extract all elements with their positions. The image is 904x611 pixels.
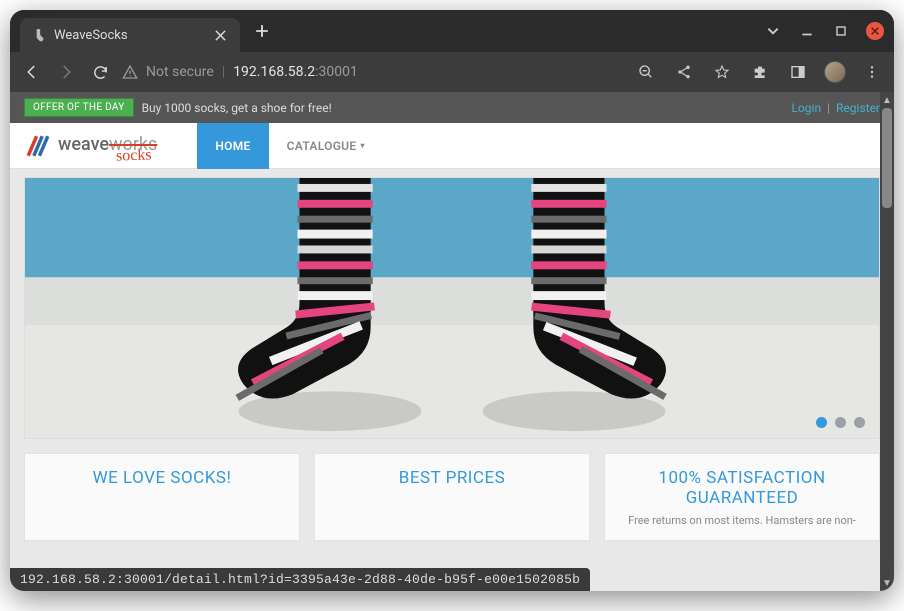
forward-button[interactable] <box>54 60 78 84</box>
titlebar: WeaveSocks <box>10 10 894 52</box>
new-tab-button[interactable] <box>248 17 276 45</box>
kebab-menu-icon[interactable] <box>860 60 884 84</box>
share-icon[interactable] <box>672 60 696 84</box>
scrollbar-thumb[interactable] <box>882 108 892 208</box>
nav-home[interactable]: HOME <box>197 123 268 169</box>
tab-title: WeaveSocks <box>54 28 212 43</box>
insecure-icon <box>122 64 138 80</box>
page-content: OFFER OF THE DAY Buy 1000 socks, get a s… <box>10 92 894 591</box>
logo-mark-icon <box>24 132 52 160</box>
card-satisfaction[interactable]: 100% SATISFACTION GUARANTEED Free return… <box>604 453 880 541</box>
close-tab-icon[interactable] <box>212 27 228 43</box>
nav-catalogue[interactable]: CATALOGUE ▾ <box>269 123 383 169</box>
card-title: 100% SATISFACTION GUARANTEED <box>615 468 869 508</box>
back-button[interactable] <box>20 60 44 84</box>
minimize-icon[interactable] <box>798 22 816 40</box>
site-logo[interactable]: weaveworks socks <box>24 132 157 160</box>
card-best-prices[interactable]: BEST PRICES <box>314 453 590 541</box>
auth-divider: | <box>827 101 830 115</box>
address-port: :30001 <box>315 64 358 80</box>
profile-avatar[interactable] <box>824 61 846 83</box>
window-close-icon[interactable] <box>866 22 884 40</box>
feature-cards: WE LOVE SOCKS! BEST PRICES 100% SATISFAC… <box>10 439 894 555</box>
login-link[interactable]: Login <box>792 101 822 115</box>
address-host: 192.168.58.2 <box>233 64 315 80</box>
reload-button[interactable] <box>88 60 112 84</box>
nav-catalogue-label: CATALOGUE <box>287 139 357 153</box>
carousel-dot-1[interactable] <box>816 417 827 428</box>
scroll-up-icon[interactable]: ▲ <box>880 92 894 108</box>
card-title: BEST PRICES <box>325 468 579 488</box>
card-love-socks[interactable]: WE LOVE SOCKS! <box>24 453 300 541</box>
address-separator: | <box>222 64 225 80</box>
toolbar-right <box>634 60 884 84</box>
sidepanel-icon[interactable] <box>786 60 810 84</box>
browser-window: WeaveSocks Not secure | 192.168.58.2:300… <box>10 10 894 591</box>
star-icon[interactable] <box>710 60 734 84</box>
register-link[interactable]: Register <box>836 101 880 115</box>
offer-badge: OFFER OF THE DAY <box>24 98 134 117</box>
caret-down-icon: ▾ <box>360 141 364 150</box>
vertical-scrollbar[interactable]: ▲ ▼ <box>880 92 894 591</box>
extensions-icon[interactable] <box>748 60 772 84</box>
scrollbar-track[interactable] <box>880 108 894 575</box>
zoom-icon[interactable] <box>634 60 658 84</box>
offer-bar: OFFER OF THE DAY Buy 1000 socks, get a s… <box>10 92 894 123</box>
site-nav: weaveworks socks HOME CATALOGUE ▾ <box>10 123 894 169</box>
carousel-dot-2[interactable] <box>835 417 846 428</box>
offer-text: Buy 1000 socks, get a shoe for free! <box>142 101 332 115</box>
logo-text: weaveworks socks <box>58 137 157 153</box>
card-body: Free returns on most items. Hamsters are… <box>615 514 869 528</box>
insecure-label: Not secure <box>146 64 214 80</box>
browser-tab[interactable]: WeaveSocks <box>20 18 240 52</box>
sock-favicon <box>32 28 46 42</box>
window-controls <box>764 22 884 40</box>
maximize-icon[interactable] <box>832 22 850 40</box>
scroll-down-icon[interactable]: ▼ <box>880 575 894 591</box>
address-bar[interactable]: Not secure | 192.168.58.2:30001 <box>122 64 624 80</box>
browser-toolbar: Not secure | 192.168.58.2:30001 <box>10 52 894 92</box>
card-title: WE LOVE SOCKS! <box>35 468 289 488</box>
status-bar: 192.168.58.2:30001/detail.html?id=3395a4… <box>10 568 590 591</box>
carousel-dot-3[interactable] <box>854 417 865 428</box>
carousel-dots <box>816 417 865 428</box>
hero-carousel[interactable] <box>24 177 880 439</box>
chevron-down-icon[interactable] <box>764 22 782 40</box>
